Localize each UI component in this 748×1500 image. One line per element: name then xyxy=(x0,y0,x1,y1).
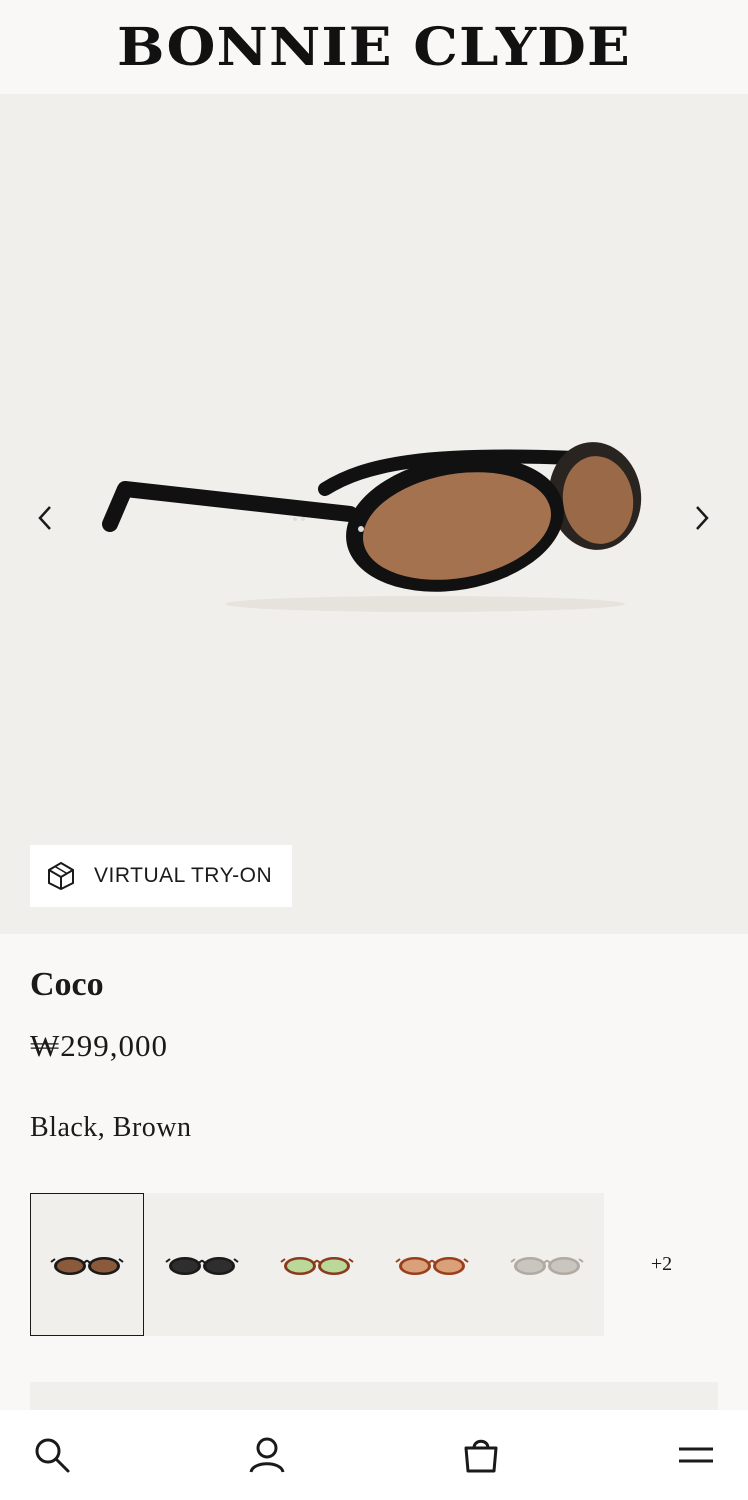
virtual-try-on-label: VIRTUAL TRY-ON xyxy=(94,864,273,887)
gallery-prev-button[interactable] xyxy=(28,500,64,536)
brand-logo[interactable]: BONNIE CLYDE xyxy=(117,17,631,78)
site-header: BONNIE CLYDE xyxy=(0,0,748,94)
sunglasses-thumbnail-icon xyxy=(279,1256,354,1275)
sunglasses-thumbnail-icon xyxy=(394,1256,469,1275)
search-button[interactable] xyxy=(30,1433,74,1477)
chevron-left-icon xyxy=(38,506,51,530)
sunglasses-thumbnail-icon xyxy=(509,1256,584,1275)
color-variant-swatches: +2 xyxy=(30,1193,719,1336)
account-icon xyxy=(249,1437,285,1473)
account-button[interactable] xyxy=(245,1433,289,1477)
gallery-next-button[interactable] xyxy=(683,500,719,536)
product-color-name: Black, Brown xyxy=(30,1112,192,1143)
color-swatch[interactable] xyxy=(374,1193,489,1336)
menu-icon xyxy=(678,1447,713,1463)
color-swatch[interactable] xyxy=(144,1193,259,1336)
product-price: ₩299,000 xyxy=(30,1028,169,1063)
product-image xyxy=(102,442,642,612)
cube-icon xyxy=(48,861,74,891)
color-swatch[interactable] xyxy=(489,1193,604,1336)
chevron-right-icon xyxy=(696,506,709,530)
bag-button[interactable] xyxy=(459,1433,503,1477)
sunglasses-thumbnail-icon xyxy=(50,1256,124,1275)
menu-button[interactable] xyxy=(674,1433,718,1477)
virtual-try-on-button[interactable]: VIRTUAL TRY-ON xyxy=(30,845,292,907)
bag-icon xyxy=(464,1439,498,1473)
more-variants-button[interactable]: +2 xyxy=(604,1193,719,1336)
sunglasses-thumbnail-icon xyxy=(164,1256,239,1275)
bottom-navigation xyxy=(0,1410,748,1500)
product-name: Coco xyxy=(30,966,104,1003)
color-swatch[interactable] xyxy=(30,1193,144,1336)
search-icon xyxy=(35,1438,70,1473)
color-swatch[interactable] xyxy=(259,1193,374,1336)
product-image-gallery: VIRTUAL TRY-ON xyxy=(0,94,748,934)
